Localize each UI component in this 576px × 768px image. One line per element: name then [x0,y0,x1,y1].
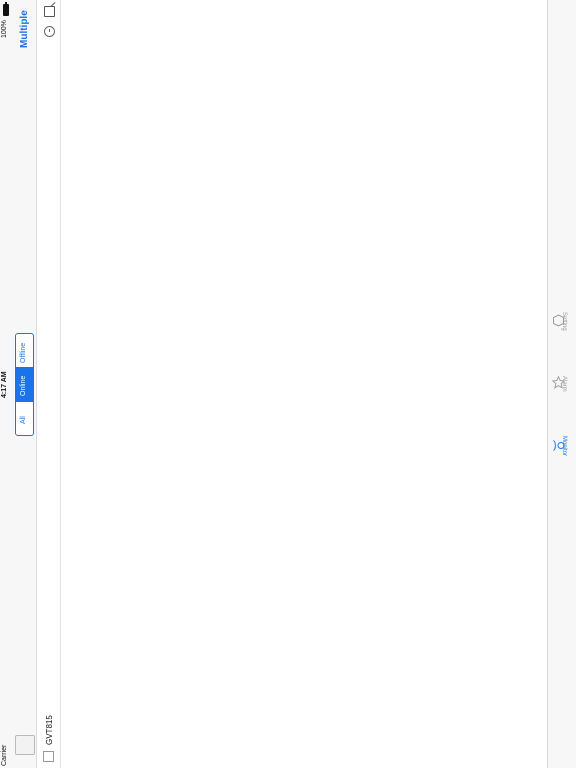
tab-alarm[interactable]: Alarm [561,376,567,392]
segment-all[interactable]: All [16,402,33,435]
status-filter-segmented-control[interactable]: Offline Online All [15,333,34,436]
battery-icon [3,2,9,16]
carrier-label: Carrier [1,744,8,766]
segment-offline[interactable]: Offline [16,334,33,367]
page-title: Multiple [19,10,30,48]
segment-all-label: All [20,416,27,424]
nav-left-button[interactable] [15,735,35,755]
device-checkbox[interactable] [43,751,54,762]
status-time: 4:17 AM [1,371,8,398]
history-clock-icon[interactable] [44,26,55,37]
tab-setting[interactable]: Setting [561,312,567,331]
map-monitor-area[interactable] [61,0,547,768]
edit-icon[interactable] [44,6,55,17]
device-list [37,0,61,768]
segment-offline-label: Offline [20,342,27,363]
device-name[interactable]: GVT815 [45,715,54,745]
segment-online-label: Online [20,375,27,396]
segment-online[interactable]: Online [16,368,33,401]
tab-monitor[interactable]: Monitor [561,436,567,456]
battery-percentage: 100% [1,20,8,38]
